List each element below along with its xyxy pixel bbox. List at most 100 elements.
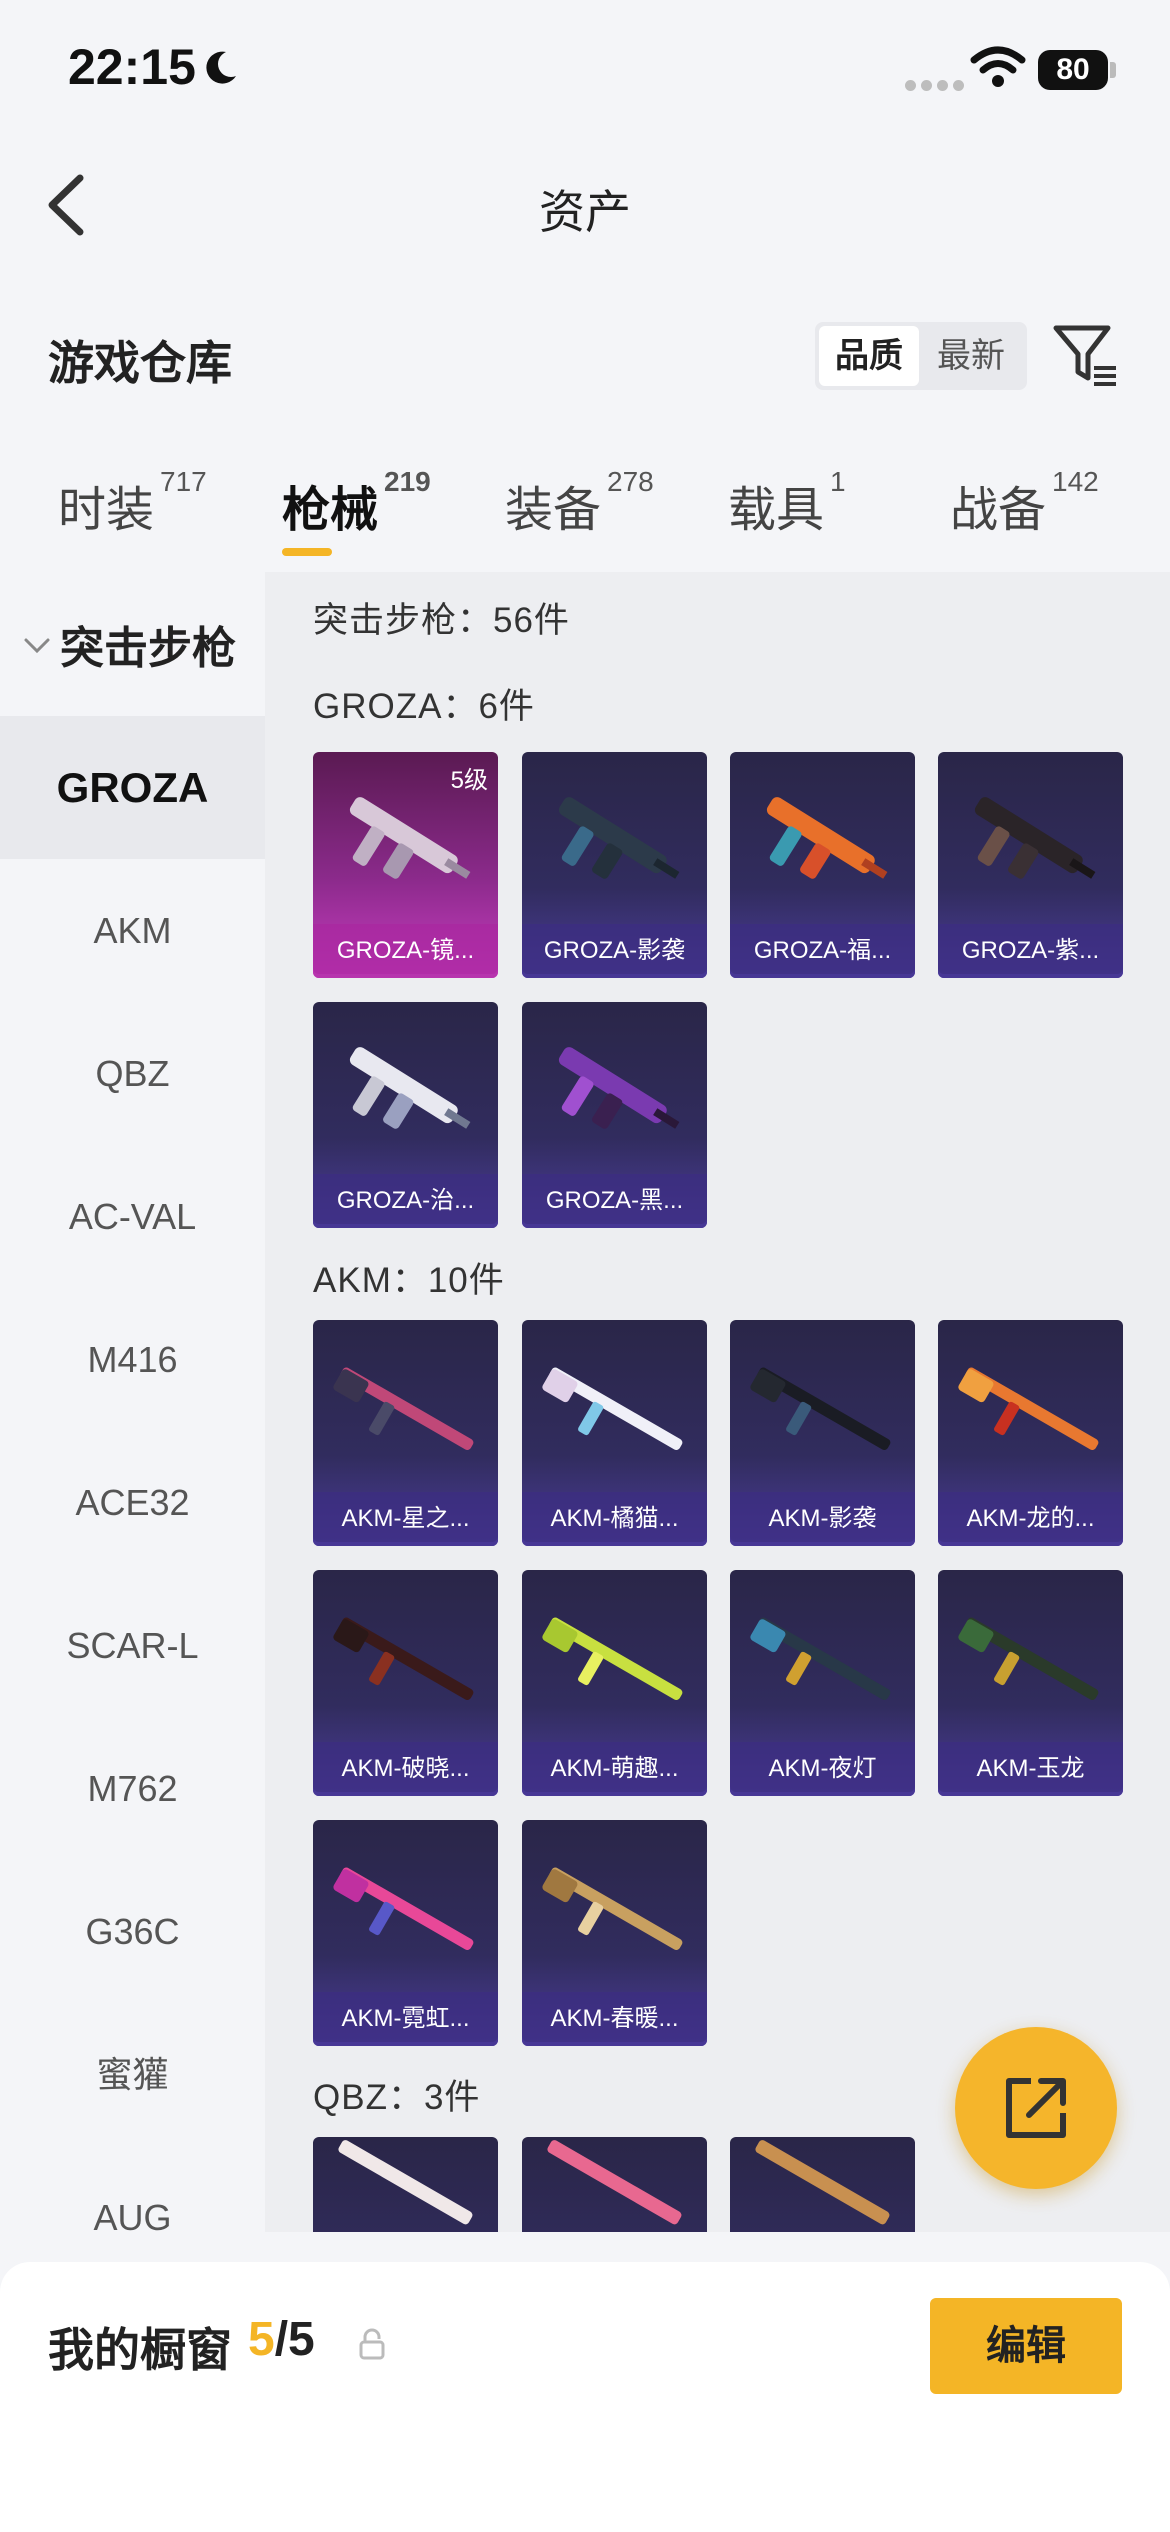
rifle-image	[750, 1617, 891, 1700]
sidebar-item-ac-val[interactable]: AC-VAL	[0, 1145, 265, 1288]
weapon-card[interactable]: AKM-春暖...	[522, 1820, 707, 2046]
sort-toggle: 品质 最新	[815, 322, 1027, 390]
signal-dots-icon	[905, 78, 969, 96]
showcase-label: 我的橱窗	[48, 2324, 232, 2376]
sidebar-item-aug[interactable]: AUG	[0, 2146, 265, 2232]
tab-combat-gear[interactable]: 战备142	[950, 466, 1099, 540]
weapon-card[interactable]	[522, 2137, 707, 2232]
rifle-image	[958, 1617, 1099, 1700]
weapon-name: AKM-萌趣...	[522, 1742, 707, 1796]
rifle-image	[547, 2140, 682, 2225]
weapon-card[interactable]: GROZA-黑...	[522, 1002, 707, 1228]
category-summary: 突击步枪：56件	[313, 601, 570, 640]
tab-equipment[interactable]: 装备278	[505, 466, 654, 540]
filter-icon[interactable]	[1052, 322, 1118, 388]
sort-latest-button[interactable]: 最新	[921, 326, 1021, 386]
weapon-name: GROZA-黑...	[522, 1174, 707, 1228]
rifle-image	[349, 1047, 471, 1129]
weapon-card[interactable]: AKM-玉龙	[938, 1570, 1123, 1796]
rifle-image	[974, 797, 1096, 879]
weapon-card[interactable]: AKM-萌趣...	[522, 1570, 707, 1796]
rifle-image	[558, 797, 680, 879]
rifle-image	[542, 1367, 683, 1450]
weapon-name: AKM-龙的...	[938, 1492, 1123, 1546]
sidebar-category[interactable]: 突击步枪	[0, 612, 265, 682]
tab-fashion[interactable]: 时装717	[58, 466, 207, 540]
share-button[interactable]	[955, 2027, 1117, 2189]
weapon-name: GROZA-紫...	[938, 924, 1123, 978]
category-tabs: 时装717 枪械219 装备278 载具1 战备142	[0, 466, 1170, 560]
level-badge: 5级	[450, 767, 488, 794]
sidebar-item-honey-badger[interactable]: 蜜獾	[0, 2003, 265, 2146]
weapon-name: GROZA-镜...	[313, 924, 498, 978]
rifle-image	[333, 1867, 474, 1950]
weapon-card[interactable]: AKM-破晓...	[313, 1570, 498, 1796]
lock-icon	[359, 2328, 385, 2360]
weapon-card[interactable]	[313, 2137, 498, 2232]
section-header-qbz: QBZ：3件	[313, 2078, 481, 2117]
weapon-name: GROZA-治...	[313, 1174, 498, 1228]
weapon-card[interactable]: GROZA-治...	[313, 1002, 498, 1228]
wifi-icon	[970, 46, 1026, 87]
sidebar-item-g36c[interactable]: G36C	[0, 1860, 265, 2003]
weapon-card[interactable]: GROZA-福...	[730, 752, 915, 978]
sidebar-category-label: 突击步枪	[60, 624, 236, 673]
rifle-image	[338, 2140, 473, 2225]
tab-vehicles[interactable]: 载具1	[728, 466, 846, 540]
rifle-image	[542, 1617, 683, 1700]
showcase-current: 5	[248, 2313, 275, 2366]
showcase-bar: 我的橱窗 5/5 编辑	[0, 2262, 1170, 2532]
sidebar-item-scar-l[interactable]: SCAR-L	[0, 1574, 265, 1717]
weapon-name: AKM-霓虹...	[313, 1992, 498, 2046]
tab-weapons[interactable]: 枪械219	[282, 466, 431, 540]
weapon-name: AKM-夜灯	[730, 1742, 915, 1796]
weapon-name: AKM-影袭	[730, 1492, 915, 1546]
rifle-image	[542, 1867, 683, 1950]
warehouse-title: 游戏仓库	[48, 337, 232, 389]
showcase-count: 5/5	[248, 2312, 315, 2367]
rifle-image	[333, 1617, 474, 1700]
chevron-down-icon	[24, 638, 50, 654]
status-bar: 22:15 80	[0, 0, 1170, 150]
sort-quality-button[interactable]: 品质	[819, 326, 919, 386]
showcase-total: /5	[274, 2313, 315, 2366]
weapon-name: AKM-春暖...	[522, 1992, 707, 2046]
status-time: 22:15	[68, 39, 196, 95]
sidebar-item-akm[interactable]: AKM	[0, 859, 265, 1002]
rifle-image	[766, 797, 888, 879]
sidebar-item-groza[interactable]: GROZA	[0, 716, 265, 859]
weapon-card[interactable]: AKM-龙的...	[938, 1320, 1123, 1546]
active-tab-indicator	[282, 548, 332, 556]
weapon-sidebar: 突击步枪 GROZA AKM QBZ AC-VAL M416 ACE32 SCA…	[0, 572, 265, 2232]
weapon-card[interactable]: GROZA-影袭	[522, 752, 707, 978]
sidebar-item-m762[interactable]: M762	[0, 1717, 265, 1860]
moon-icon	[206, 51, 236, 84]
weapon-card[interactable]: 5级 GROZA-镜...	[313, 752, 498, 978]
weapon-card[interactable]: AKM-夜灯	[730, 1570, 915, 1796]
sidebar-item-qbz[interactable]: QBZ	[0, 1002, 265, 1145]
sidebar-item-ace32[interactable]: ACE32	[0, 1431, 265, 1574]
page-title: 资产	[539, 186, 631, 238]
share-icon	[1006, 2078, 1066, 2138]
weapon-card[interactable]: AKM-霓虹...	[313, 1820, 498, 2046]
weapon-name: AKM-星之...	[313, 1492, 498, 1546]
weapon-card[interactable]: AKM-影袭	[730, 1320, 915, 1546]
edit-button[interactable]: 编辑	[930, 2298, 1122, 2394]
weapon-card[interactable]	[730, 2137, 915, 2232]
rifle-image	[558, 1047, 680, 1129]
weapon-name: GROZA-影袭	[522, 924, 707, 978]
weapon-name: AKM-破晓...	[313, 1742, 498, 1796]
battery-icon: 80	[1038, 50, 1108, 90]
rifle-image	[958, 1367, 1099, 1450]
section-header-akm: AKM：10件	[313, 1261, 505, 1300]
weapon-card[interactable]: AKM-橘猫...	[522, 1320, 707, 1546]
sidebar-item-m416[interactable]: M416	[0, 1288, 265, 1431]
rifle-image	[333, 1367, 474, 1450]
rifle-image	[750, 1367, 891, 1450]
weapon-name: AKM-橘猫...	[522, 1492, 707, 1546]
section-header-groza: GROZA：6件	[313, 687, 535, 726]
weapon-card[interactable]: GROZA-紫...	[938, 752, 1123, 978]
weapon-card[interactable]: AKM-星之...	[313, 1320, 498, 1546]
rifle-image	[755, 2140, 890, 2225]
weapon-name: AKM-玉龙	[938, 1742, 1123, 1796]
